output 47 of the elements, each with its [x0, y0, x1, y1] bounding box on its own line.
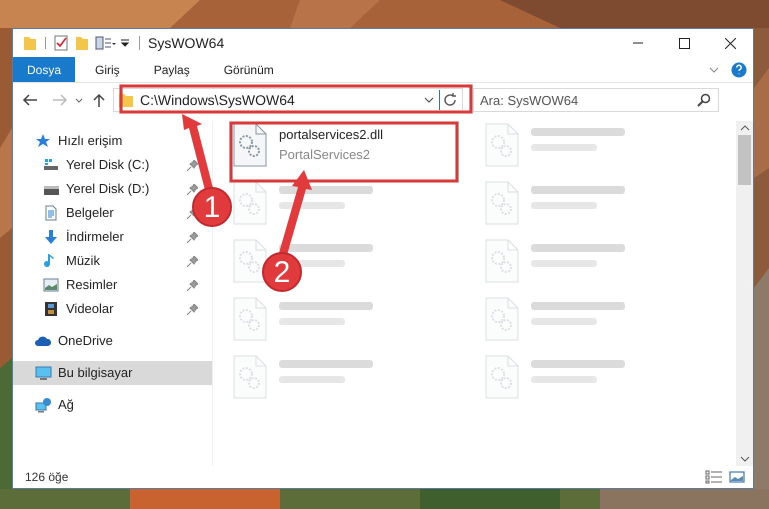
film-icon: [43, 301, 60, 317]
up-icon: [91, 92, 107, 108]
sidebar-item[interactable]: Videolar: [13, 297, 122, 321]
dll-file-icon: [233, 123, 267, 167]
ribbon-tab[interactable]: Dosya: [13, 57, 76, 82]
folder-icon: [23, 35, 37, 51]
drive-icon: [43, 157, 60, 173]
sidebar-item[interactable]: Ağ: [13, 393, 82, 417]
sidebar-item[interactable]: Yerel Disk (D:): [13, 177, 158, 201]
scrollbar-thumb[interactable]: [738, 135, 751, 185]
star-icon: [35, 133, 52, 149]
back-icon: [21, 92, 39, 108]
network-icon: [35, 397, 52, 413]
maximize-icon: [678, 38, 690, 48]
scrollbar[interactable]: [736, 121, 753, 466]
item-count: 126 öğe: [25, 469, 68, 486]
forward-icon: [51, 92, 69, 108]
ribbon-tab[interactable]: Giriş: [81, 57, 134, 82]
sidebar-item[interactable]: Bu bilgisayar: [13, 361, 212, 385]
recent-locations-icon: [75, 98, 83, 102]
picture-icon: [43, 277, 60, 293]
address-bar[interactable]: C:\Windows\SysWOW64: [113, 88, 463, 112]
sidebar-item[interactable]: Müzik: [13, 249, 108, 273]
file-description: PortalServices2: [279, 146, 372, 164]
ribbon-tab[interactable]: Görünüm: [210, 57, 288, 82]
sidebar-item[interactable]: Hızlı erişim: [13, 129, 130, 153]
sidebar-item[interactable]: Resimler: [13, 273, 126, 297]
down-arrow-icon: [43, 229, 60, 245]
new-folder-icon: [75, 35, 89, 51]
large-icons-view-icon: [729, 470, 745, 484]
ribbon-tab[interactable]: Paylaş: [140, 57, 204, 82]
window-title: SysWOW64: [148, 34, 224, 53]
file-name[interactable]: portalservices2.dll: [279, 125, 384, 144]
sidebar-item[interactable]: OneDrive: [13, 329, 121, 353]
search-field[interactable]: Ara: SysWOW64: [473, 88, 719, 112]
expand-ribbon-icon: [709, 66, 719, 72]
sidebar-item[interactable]: Yerel Disk (C:): [13, 153, 158, 177]
minimize-icon: [633, 42, 643, 44]
details-view-icon: [705, 470, 723, 484]
search-icon: [697, 93, 711, 107]
sidebar-item[interactable]: İndirmeler: [13, 225, 132, 249]
close-icon: [724, 38, 736, 48]
monitor-icon: [35, 365, 52, 381]
properties-icon: [54, 35, 69, 51]
address-path: C:\Windows\SysWOW64: [140, 90, 295, 110]
sidebar-item[interactable]: Belgeler: [13, 201, 122, 225]
view-icon: [95, 35, 117, 51]
